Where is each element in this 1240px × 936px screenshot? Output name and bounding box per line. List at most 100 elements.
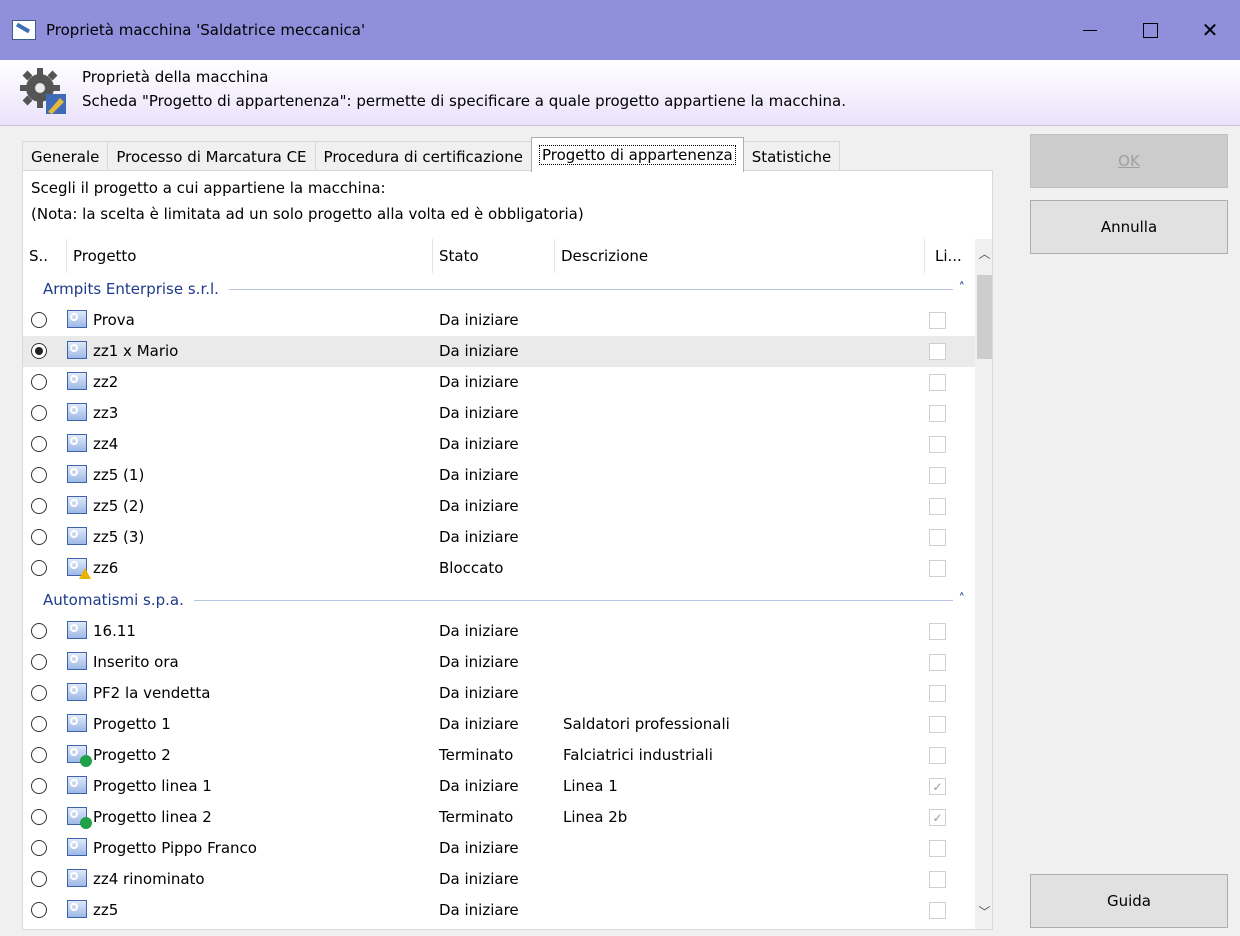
column-header-descrizione[interactable]: Descrizione — [555, 239, 925, 273]
scroll-up-icon[interactable]: ︿ — [975, 245, 992, 265]
table-row[interactable]: Progetto 2 Terminato Falciatrici industria… — [23, 740, 975, 771]
column-header-progetto[interactable]: Progetto — [67, 239, 433, 273]
select-radio[interactable] — [31, 405, 47, 421]
project-status: Da iniziare — [439, 901, 519, 919]
table-row[interactable]: zz1 x Mario Da iniziare — [23, 336, 975, 367]
select-radio[interactable] — [31, 902, 47, 918]
group-name: Automatismi s.p.a. — [43, 591, 184, 609]
table-row[interactable]: zz3 Da iniziare — [23, 398, 975, 429]
title-bar[interactable]: Proprietà macchina 'Saldatrice meccanica… — [0, 0, 1240, 60]
project-name: zz3 — [93, 404, 119, 422]
collapse-chevron-icon[interactable]: ˄ — [959, 281, 966, 296]
ok-button[interactable]: OK — [1030, 134, 1228, 188]
project-icon — [67, 838, 87, 856]
project-name: zz4 rinominato — [93, 870, 205, 888]
select-radio[interactable] — [31, 778, 47, 794]
collapse-chevron-icon[interactable]: ˄ — [959, 592, 966, 607]
table-row[interactable]: zz4 Da iniziare — [23, 429, 975, 460]
table-row[interactable]: Prova Da iniziare — [23, 305, 975, 336]
project-icon — [67, 652, 87, 670]
group-header[interactable]: Automatismi s.p.a. ˄ — [23, 584, 975, 616]
tab-panel: Scegli il progetto a cui appartiene la m… — [22, 170, 993, 930]
close-button[interactable]: ✕ — [1180, 0, 1240, 60]
tab-procedura-certificazione[interactable]: Procedura di certificazione — [314, 141, 532, 171]
line-checkbox — [929, 312, 946, 329]
table-row[interactable]: zz5 (3) Da iniziare — [23, 522, 975, 553]
table-row[interactable]: Progetto linea 2 Terminato Linea 2b ✓ — [23, 802, 975, 833]
table-row[interactable]: Progetto Pippo Franco Da iniziare — [23, 833, 975, 864]
table-row[interactable]: zz2 Da iniziare — [23, 367, 975, 398]
select-radio[interactable] — [31, 747, 47, 763]
table-row[interactable]: Progetto linea 1 Da iniziare Linea 1 ✓ — [23, 771, 975, 802]
project-icon — [67, 403, 87, 421]
line-checkbox — [929, 467, 946, 484]
select-radio[interactable] — [31, 374, 47, 390]
table-row[interactable]: 16.11 Da iniziare — [23, 616, 975, 647]
maximize-button[interactable] — [1120, 0, 1180, 60]
vertical-scrollbar[interactable]: ︿ ﹀ — [975, 239, 992, 929]
project-name: zz5 — [93, 901, 119, 919]
project-name: 16.11 — [93, 622, 136, 640]
project-name: Inserito ora — [93, 653, 179, 671]
select-radio[interactable] — [31, 312, 47, 328]
tab-statistiche[interactable]: Statistiche — [742, 141, 841, 171]
table-row[interactable]: PF2 la vendetta Da iniziare — [23, 678, 975, 709]
app-icon — [12, 20, 36, 40]
scroll-thumb[interactable] — [977, 275, 992, 359]
select-radio[interactable] — [31, 840, 47, 856]
table-row[interactable]: zz5 Da iniziare — [23, 895, 975, 926]
minimize-button[interactable] — [1060, 0, 1120, 60]
tab-generale[interactable]: Generale — [22, 141, 109, 171]
table-row[interactable]: zz5 (2) Da iniziare — [23, 491, 975, 522]
column-header-li[interactable]: Li... — [925, 239, 973, 273]
line-checkbox — [929, 871, 946, 888]
line-checkbox: ✓ — [929, 809, 946, 826]
group-divider — [228, 288, 953, 290]
tab-label: Progetto di appartenenza — [538, 145, 736, 165]
tab-progetto-appartenenza[interactable]: Progetto di appartenenza — [530, 137, 744, 172]
table-row[interactable]: Inserito ora Da iniziare — [23, 647, 975, 678]
select-radio[interactable] — [31, 529, 47, 545]
select-radio[interactable] — [31, 560, 47, 576]
select-radio[interactable] — [31, 716, 47, 732]
project-status: Da iniziare — [439, 466, 519, 484]
column-header-stato[interactable]: Stato — [433, 239, 555, 273]
project-icon — [67, 869, 87, 887]
line-checkbox — [929, 529, 946, 546]
group-header[interactable]: Armpits Enterprise s.r.l. ˄ — [23, 273, 975, 305]
select-radio[interactable] — [31, 871, 47, 887]
project-description: Linea 1 — [563, 777, 618, 795]
table-row[interactable]: zz6 Bloccato — [23, 553, 975, 584]
table-row[interactable]: Progetto 1 Da iniziare Saldatori professio… — [23, 709, 975, 740]
select-radio[interactable] — [31, 498, 47, 514]
instruction-text: Scegli il progetto a cui appartiene la m… — [31, 179, 386, 197]
project-name: zz5 (3) — [93, 528, 145, 546]
select-radio[interactable] — [31, 654, 47, 670]
machine-settings-icon — [20, 68, 66, 114]
project-icon — [67, 496, 87, 514]
line-checkbox — [929, 343, 946, 360]
line-checkbox — [929, 685, 946, 702]
select-radio[interactable] — [31, 809, 47, 825]
select-radio[interactable] — [31, 623, 47, 639]
cancel-button[interactable]: Annulla — [1030, 200, 1228, 254]
scroll-down-icon[interactable]: ﹀ — [975, 903, 992, 923]
table-row[interactable]: zz4 rinominato Da iniziare — [23, 864, 975, 895]
banner-subtitle: Scheda "Progetto di appartenenza": perme… — [82, 92, 847, 110]
help-button[interactable]: Guida — [1030, 874, 1228, 928]
tab-processo-marcatura-ce[interactable]: Processo di Marcatura CE — [107, 141, 316, 171]
select-radio[interactable] — [31, 343, 47, 359]
line-checkbox — [929, 902, 946, 919]
tab-label: Generale — [31, 147, 100, 166]
select-radio[interactable] — [31, 467, 47, 483]
project-name: zz6 — [93, 559, 119, 577]
project-name: Prova — [93, 311, 135, 329]
column-header-sel[interactable]: S.. — [23, 239, 67, 273]
select-radio[interactable] — [31, 685, 47, 701]
select-radio[interactable] — [31, 436, 47, 452]
table-row[interactable]: zz5 (1) Da iniziare — [23, 460, 975, 491]
project-done-icon — [67, 745, 92, 767]
tab-label: Procedura di certificazione — [323, 147, 523, 166]
project-name: PF2 la vendetta — [93, 684, 211, 702]
header-banner: Proprietà della macchina Scheda "Progett… — [0, 60, 1240, 126]
